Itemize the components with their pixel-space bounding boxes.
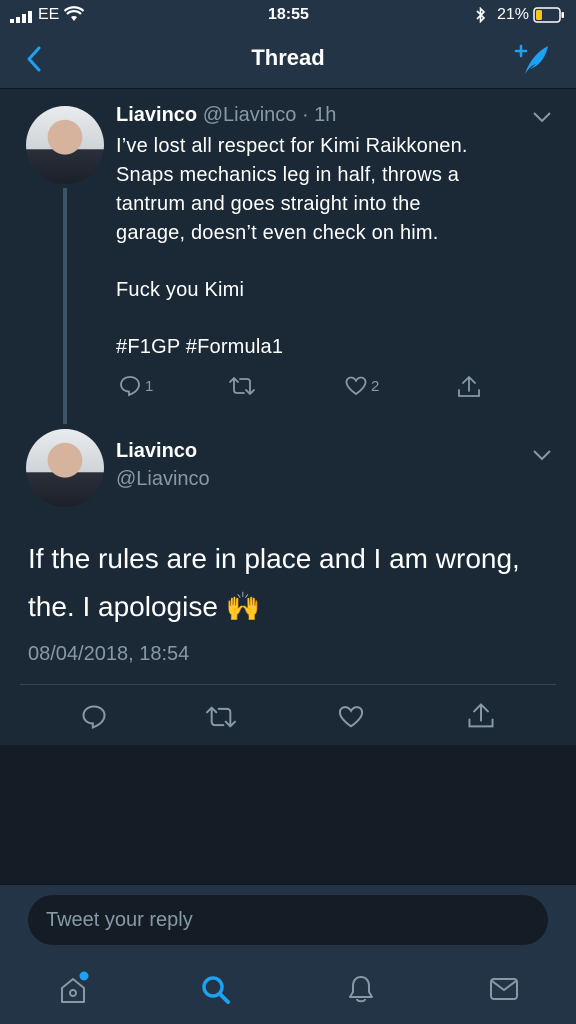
share-icon (458, 376, 480, 397)
divider (20, 684, 556, 685)
page-title: Thread (251, 45, 325, 70)
tweet-line: Fuck you Kimi (116, 279, 245, 301)
tweet-line: tantrum and goes straight into the (116, 193, 421, 215)
like-count: 2 (371, 377, 380, 395)
tweet-body: I’ve lost all respect for Kimi Raikkonen… (116, 132, 556, 248)
tweet-body: If the rules are in place and I am wrong… (28, 535, 558, 631)
clock-time: 18:55 (268, 6, 309, 23)
like-icon (338, 706, 364, 728)
reply-icon (82, 705, 106, 729)
tweet-line: I’ve lost all respect for Kimi Raikkonen… (116, 135, 468, 157)
reply-input[interactable]: Tweet your reply (28, 895, 548, 945)
tab-home[interactable] (56, 970, 92, 1010)
retweet-button[interactable] (228, 374, 256, 403)
battery-percent: 21% (497, 6, 530, 23)
tab-notifications[interactable] (346, 973, 376, 1010)
chevron-down-icon[interactable] (532, 110, 552, 129)
reply-button[interactable]: 1 (118, 374, 153, 398)
home-icon (61, 971, 89, 1003)
tweet-line: If the rules are in place and I am wrong… (28, 543, 520, 574)
like-button[interactable] (337, 703, 365, 736)
retweet-button[interactable] (204, 703, 238, 736)
share-button[interactable] (456, 374, 482, 405)
thread-connector-line (63, 188, 67, 424)
tab-search[interactable] (200, 974, 232, 1011)
reply-icon (120, 376, 140, 397)
like-icon (345, 376, 367, 396)
tweet-header: Liavinco @Liavinco · 1h (116, 104, 336, 127)
avatar[interactable] (26, 106, 104, 184)
tab-bar (0, 958, 576, 1024)
carrier-label: EE (38, 6, 60, 23)
share-icon (468, 703, 494, 728)
reply-count: 1 (145, 377, 154, 395)
retweet-icon (229, 377, 255, 395)
bluetooth-icon (476, 6, 486, 28)
chevron-down-icon[interactable] (532, 448, 552, 467)
avatar[interactable] (26, 429, 104, 507)
nav-bar: Thread (0, 30, 576, 89)
like-button[interactable]: 2 (344, 374, 379, 398)
empty-area (0, 745, 576, 885)
compose-icon[interactable] (512, 42, 552, 78)
reply-button[interactable] (80, 703, 108, 736)
messages-icon (490, 978, 518, 1000)
search-icon (202, 976, 230, 1004)
tweet-line: garage, doesn’t even check on him. (116, 222, 439, 244)
tab-messages[interactable] (488, 976, 520, 1007)
status-bar: EE 18:55 21% (0, 0, 576, 30)
hashtags[interactable]: #F1GP #Formula1 (116, 333, 283, 362)
author-handle-time: @Liavinco · 1h (202, 104, 337, 126)
notifications-icon (349, 976, 373, 1003)
wifi-icon (63, 6, 85, 27)
author-name[interactable]: Liavinco (116, 440, 197, 463)
author-name[interactable]: Liavinco (116, 104, 197, 126)
retweet-icon (206, 706, 236, 728)
signal-icon (10, 10, 36, 23)
share-button[interactable] (466, 701, 496, 736)
tweet-line: Snaps mechanics leg in half, throws a (116, 164, 460, 186)
tweet-timestamp: 08/04/2018, 18:54 (28, 643, 190, 665)
battery-icon (533, 7, 565, 28)
tweet-line: the. I apologise 🙌 (28, 591, 261, 622)
author-handle[interactable]: @Liavinco (116, 468, 210, 491)
